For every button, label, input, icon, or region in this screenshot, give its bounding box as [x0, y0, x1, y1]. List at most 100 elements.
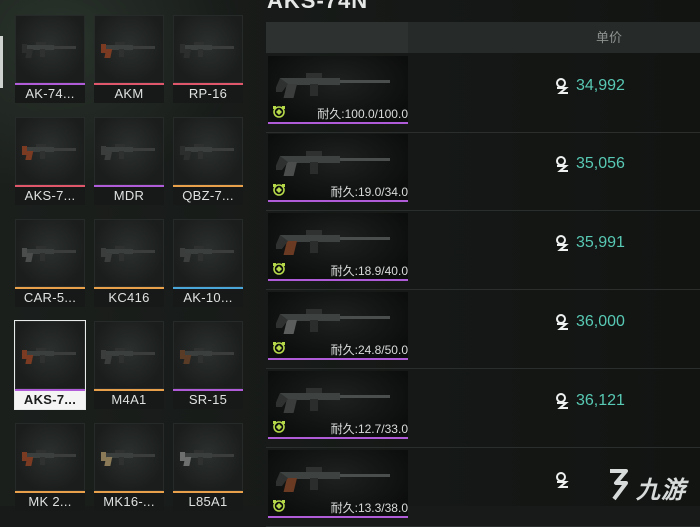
rifle-icon	[276, 467, 390, 492]
weapon-tile[interactable]: QBZ-7...	[173, 117, 243, 205]
weapon-name: AKS-7...	[15, 187, 85, 205]
weapon-tile[interactable]: L85A1	[173, 423, 243, 511]
weapon-name: AKM	[94, 85, 164, 103]
rarity-bar	[268, 437, 408, 439]
weapon-tile[interactable]: AK-74...	[15, 15, 85, 103]
rifle-icon	[22, 42, 76, 58]
unit-price-label: 单价	[596, 30, 623, 45]
rarity-bar	[268, 200, 408, 202]
weapon-name: AK-74...	[15, 85, 85, 103]
weapon-thumbnail	[173, 117, 243, 185]
durability-icon	[273, 184, 285, 196]
weapon-thumbnail	[94, 321, 164, 389]
weapon-tile[interactable]: MK 2...	[15, 423, 85, 511]
weapon-name: AKS-7...	[15, 391, 85, 409]
listing-row[interactable]: 耐久:19.0/34.0 35,056	[266, 132, 700, 211]
weapon-thumbnail	[94, 15, 164, 83]
rarity-bar	[268, 516, 408, 518]
weapon-thumbnail	[173, 423, 243, 491]
weapon-name: QBZ-7...	[173, 187, 243, 205]
currency-icon	[556, 78, 569, 94]
listing-row[interactable]: 耐久:12.7/33.0 36,121	[266, 369, 700, 448]
listing-row[interactable]: 耐久:18.9/40.0 35,991	[266, 211, 700, 290]
currency-icon	[556, 393, 569, 409]
price-value: 35,991	[576, 234, 625, 251]
weapon-tile[interactable]: KC416	[94, 219, 164, 307]
weapon-tile[interactable]: RP-16	[173, 15, 243, 103]
rifle-icon	[101, 246, 155, 262]
rifle-icon	[22, 144, 76, 160]
rifle-icon	[276, 73, 390, 98]
weapon-tile[interactable]: M4A1	[94, 321, 164, 409]
price-value: 35,056	[576, 155, 625, 172]
rifle-icon	[101, 450, 155, 466]
weapon-tile[interactable]: SR-15	[173, 321, 243, 409]
durability-icon	[273, 421, 285, 433]
currency-icon	[556, 235, 569, 251]
listing-header-image-col	[266, 22, 408, 53]
rifle-icon	[276, 388, 390, 413]
currency-icon	[556, 472, 569, 488]
price-value: 36,121	[576, 392, 625, 409]
weapon-name: SR-15	[173, 391, 243, 409]
weapon-thumbnail	[15, 321, 85, 389]
durability-text: 耐久:100.0/100.0	[317, 107, 408, 121]
rifle-icon	[276, 309, 390, 334]
rifle-icon	[180, 42, 234, 58]
weapon-name: AK-10...	[173, 289, 243, 307]
rifle-icon	[180, 144, 234, 160]
weapon-thumbnail	[94, 423, 164, 491]
durability-text: 耐久:13.3/38.0	[330, 501, 408, 515]
durability-text: 耐久:12.7/33.0	[330, 422, 408, 436]
weapon-tile[interactable]: AKS-7...	[15, 117, 85, 205]
rifle-icon	[101, 42, 155, 58]
rifle-icon	[276, 151, 390, 176]
listing-row[interactable]: 耐久:24.8/50.0 36,000	[266, 290, 700, 369]
rifle-icon	[180, 450, 234, 466]
weapon-name: KC416	[94, 289, 164, 307]
rifle-icon	[180, 348, 234, 364]
rifle-icon	[101, 348, 155, 364]
weapon-tile[interactable]: AK-10...	[173, 219, 243, 307]
rifle-icon	[22, 450, 76, 466]
weapon-name: MK16-...	[94, 493, 164, 511]
weapon-thumbnail	[15, 219, 85, 287]
rarity-bar	[268, 279, 408, 281]
rifle-icon	[22, 348, 76, 364]
watermark: 九游	[602, 466, 694, 504]
weapon-tile[interactable]: MDR	[94, 117, 164, 205]
rifle-icon	[276, 230, 390, 255]
rifle-icon	[180, 246, 234, 262]
weapon-tile[interactable]: MK16-...	[94, 423, 164, 511]
durability-icon	[273, 342, 285, 354]
weapon-thumbnail	[15, 117, 85, 185]
weapon-name: MK 2...	[15, 493, 85, 511]
weapon-name: L85A1	[173, 493, 243, 511]
weapon-name: M4A1	[94, 391, 164, 409]
weapon-thumbnail	[94, 117, 164, 185]
rarity-bar	[268, 358, 408, 360]
weapon-thumbnail	[15, 423, 85, 491]
currency-icon	[556, 314, 569, 330]
weapon-tile[interactable]: CAR-5...	[15, 219, 85, 307]
weapon-name: MDR	[94, 187, 164, 205]
rifle-icon	[22, 246, 76, 262]
durability-text: 耐久:24.8/50.0	[330, 343, 408, 357]
weapon-thumbnail	[173, 15, 243, 83]
watermark-text: 九游	[636, 477, 686, 504]
weapon-thumbnail	[94, 219, 164, 287]
listing-panel: 单价 耐久:100.0/100.0 34,992 耐久:19.0/34.0 35,05…	[266, 22, 700, 527]
listing-row[interactable]: 耐久:100.0/100.0 34,992	[266, 54, 700, 133]
rifle-icon	[101, 144, 155, 160]
weapon-thumbnail	[173, 321, 243, 389]
durability-icon	[273, 106, 285, 118]
watermark-logo-icon	[610, 469, 628, 501]
weapon-name: CAR-5...	[15, 289, 85, 307]
rarity-bar	[268, 122, 408, 124]
weapon-tile[interactable]: AKM	[94, 15, 164, 103]
durability-text: 耐久:19.0/34.0	[330, 185, 408, 199]
page-title: AKS-74N	[267, 0, 369, 13]
price-value: 34,992	[576, 77, 625, 94]
weapon-thumbnail	[15, 15, 85, 83]
weapon-tile[interactable]: AKS-7...	[14, 320, 86, 410]
